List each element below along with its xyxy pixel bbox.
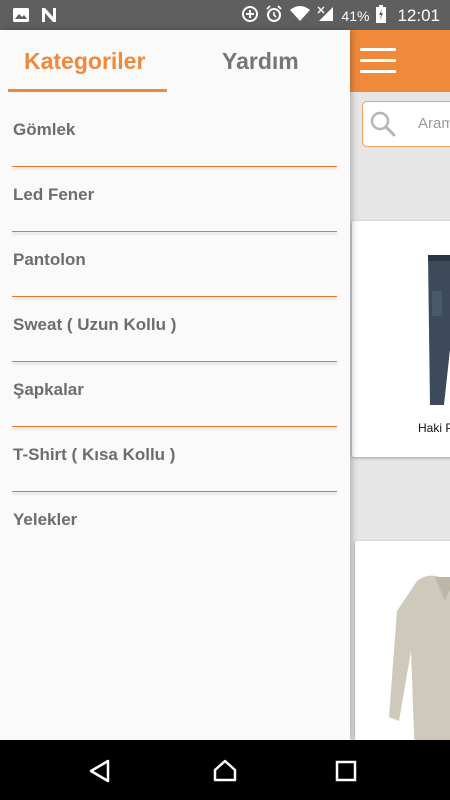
tab-indicator <box>8 89 167 92</box>
search-icon <box>369 110 397 138</box>
data-saver-icon <box>241 5 259 27</box>
status-time: 12:01 <box>397 6 440 25</box>
category-label: Yelekler <box>13 510 78 529</box>
search-input[interactable]: Arama <box>418 115 450 132</box>
category-label: Gömlek <box>13 120 76 139</box>
status-right-icons: 41% 12:01 <box>241 4 440 28</box>
tab-kategoriler[interactable]: Kategoriler <box>24 48 145 75</box>
back-icon[interactable] <box>87 758 113 784</box>
category-label: Led Fener <box>13 185 95 204</box>
category-label: T-Shirt ( Kısa Kollu ) <box>13 445 176 464</box>
category-divider <box>12 426 337 427</box>
category-item-yelekler[interactable]: Yelekler <box>0 497 350 562</box>
product-card[interactable]: Haki Pantolon <box>352 221 450 457</box>
wifi-icon <box>289 5 311 27</box>
battery-percent: 41% <box>341 8 370 24</box>
alarm-icon <box>265 5 283 27</box>
toolbar <box>350 30 450 92</box>
battery-charging-icon <box>375 4 387 28</box>
category-divider <box>12 296 337 297</box>
hamburger-icon[interactable] <box>360 48 396 74</box>
category-divider <box>12 231 337 232</box>
category-label: Şapkalar <box>13 380 84 399</box>
category-label: Sweat ( Uzun Kollu ) <box>13 315 177 334</box>
category-item-sweat[interactable]: Sweat ( Uzun Kollu ) <box>0 302 350 367</box>
category-divider <box>12 491 337 492</box>
recents-icon[interactable] <box>333 758 359 784</box>
product-name: Haki Pantolon <box>418 421 450 435</box>
status-bar: 41% 12:01 <box>0 0 450 30</box>
category-item-gomlek[interactable]: Gömlek <box>0 107 350 172</box>
navigation-bar <box>0 740 450 800</box>
main-content: Arama Haki Pantolon <box>350 30 450 740</box>
n-icon <box>40 6 58 29</box>
category-divider <box>12 166 337 167</box>
home-icon[interactable] <box>212 758 238 784</box>
category-label: Pantolon <box>13 250 86 269</box>
tab-yardim[interactable]: Yardım <box>222 48 299 75</box>
category-item-pantolon[interactable]: Pantolon <box>0 237 350 302</box>
navigation-drawer: Kategoriler Yardım Gömlek Led Fener Pant… <box>0 30 350 740</box>
signal-icon <box>317 5 335 27</box>
search-box[interactable]: Arama <box>362 101 450 147</box>
product-image <box>389 575 450 740</box>
category-item-led-fener[interactable]: Led Fener <box>0 172 350 237</box>
image-icon <box>12 7 30 28</box>
product-card[interactable] <box>355 541 450 740</box>
category-item-t-shirt[interactable]: T-Shirt ( Kısa Kollu ) <box>0 432 350 497</box>
status-left-icons <box>12 6 58 29</box>
product-image <box>428 255 450 405</box>
category-item-sapkalar[interactable]: Şapkalar <box>0 367 350 432</box>
category-divider <box>12 361 337 362</box>
